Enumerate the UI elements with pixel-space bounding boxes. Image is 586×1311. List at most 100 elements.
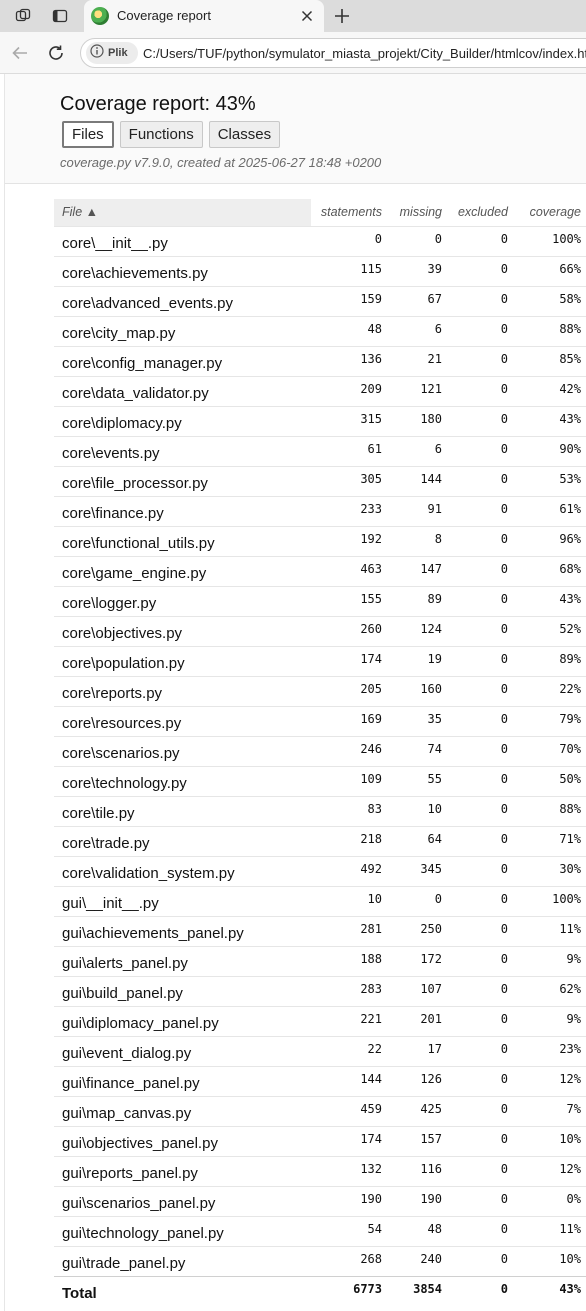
reload-icon[interactable]: [44, 41, 68, 65]
file-link[interactable]: gui\trade_panel.py: [54, 1245, 311, 1276]
file-link[interactable]: gui\objectives_panel.py: [54, 1125, 311, 1156]
excluded-cell: 0: [448, 705, 514, 736]
workspaces-icon[interactable]: [10, 4, 36, 28]
missing-cell: 10: [388, 795, 448, 826]
file-link[interactable]: gui\technology_panel.py: [54, 1215, 311, 1246]
file-link[interactable]: core\file_processor.py: [54, 465, 311, 496]
total-statements: 6773: [311, 1275, 388, 1306]
file-link[interactable]: gui\map_canvas.py: [54, 1095, 311, 1126]
column-header-statements[interactable]: statements: [311, 199, 388, 226]
table-row: gui\objectives_panel.py 174 157 0 10%: [54, 1125, 586, 1156]
excluded-cell: 0: [448, 315, 514, 346]
file-link[interactable]: core\game_engine.py: [54, 555, 311, 586]
excluded-cell: 0: [448, 1035, 514, 1066]
excluded-cell: 0: [448, 1005, 514, 1036]
missing-cell: 17: [388, 1035, 448, 1066]
missing-cell: 116: [388, 1155, 448, 1186]
statements-cell: 83: [311, 795, 388, 826]
close-tab-icon[interactable]: [296, 5, 318, 27]
back-arrow-icon[interactable]: [8, 41, 32, 65]
table-row: core\reports.py 205 160 0 22%: [54, 675, 586, 706]
coverage-cell: 12%: [514, 1155, 586, 1186]
browser-tab[interactable]: Coverage report: [84, 0, 324, 32]
statements-cell: 218: [311, 825, 388, 856]
new-tab-icon[interactable]: [330, 4, 354, 28]
file-link[interactable]: core\events.py: [54, 435, 311, 466]
file-link[interactable]: core\city_map.py: [54, 315, 311, 346]
file-link[interactable]: gui\achievements_panel.py: [54, 915, 311, 946]
missing-cell: 89: [388, 585, 448, 616]
excluded-cell: 0: [448, 285, 514, 316]
table-row: core\achievements.py 115 39 0 66%: [54, 255, 586, 286]
file-link[interactable]: core\trade.py: [54, 825, 311, 856]
missing-cell: 124: [388, 615, 448, 646]
column-header-missing[interactable]: missing: [388, 199, 448, 226]
file-link[interactable]: gui\event_dialog.py: [54, 1035, 311, 1066]
coverage-cell: 22%: [514, 675, 586, 706]
file-link[interactable]: core\functional_utils.py: [54, 525, 311, 556]
coverage-cell: 88%: [514, 795, 586, 826]
file-link[interactable]: gui\build_panel.py: [54, 975, 311, 1006]
file-link[interactable]: core\reports.py: [54, 675, 311, 706]
page-title: Coverage report: 43%: [60, 93, 256, 115]
statements-cell: 463: [311, 555, 388, 586]
file-link[interactable]: core\objectives.py: [54, 615, 311, 646]
missing-cell: 6: [388, 315, 448, 346]
file-link[interactable]: gui\alerts_panel.py: [54, 945, 311, 976]
tab-title: Coverage report: [117, 8, 211, 23]
coverage-cell: 100%: [514, 885, 586, 916]
site-info-chip[interactable]: Plik: [86, 42, 138, 64]
file-link[interactable]: core\validation_system.py: [54, 855, 311, 886]
file-link[interactable]: core\diplomacy.py: [54, 405, 311, 436]
file-link[interactable]: core\logger.py: [54, 585, 311, 616]
statements-cell: 188: [311, 945, 388, 976]
total-excluded: 0: [448, 1275, 514, 1306]
table-row: core\scenarios.py 246 74 0 70%: [54, 735, 586, 766]
files-button[interactable]: Files: [62, 121, 114, 148]
coverage-cell: 7%: [514, 1095, 586, 1126]
file-link[interactable]: gui\scenarios_panel.py: [54, 1185, 311, 1216]
vertical-tabs-icon[interactable]: [47, 4, 73, 28]
file-link[interactable]: core\finance.py: [54, 495, 311, 526]
functions-button[interactable]: Functions: [119, 121, 203, 148]
file-link[interactable]: core\advanced_events.py: [54, 285, 311, 316]
table-row: core\tile.py 83 10 0 88%: [54, 795, 586, 826]
column-header-coverage[interactable]: coverage: [514, 199, 586, 226]
excluded-cell: 0: [448, 525, 514, 556]
missing-cell: 147: [388, 555, 448, 586]
missing-cell: 345: [388, 855, 448, 886]
file-link[interactable]: gui\__init__.py: [54, 885, 311, 916]
table-body: core\__init__.py 0 0 0 100% core\achievements…: [54, 225, 586, 1276]
file-link[interactable]: core\achievements.py: [54, 255, 311, 286]
file-link[interactable]: core\resources.py: [54, 705, 311, 736]
file-link[interactable]: core\tile.py: [54, 795, 311, 826]
file-link[interactable]: gui\reports_panel.py: [54, 1155, 311, 1186]
view-buttons: Files Functions Classes: [62, 121, 281, 148]
file-link[interactable]: core\__init__.py: [54, 225, 311, 256]
statements-cell: 155: [311, 585, 388, 616]
file-link[interactable]: gui\diplomacy_panel.py: [54, 1005, 311, 1036]
url-field[interactable]: Plik C:/Users/TUF/python/symulator_miast…: [80, 38, 586, 68]
statements-cell: 174: [311, 1125, 388, 1156]
column-header-excluded[interactable]: excluded: [448, 199, 514, 226]
file-link[interactable]: core\config_manager.py: [54, 345, 311, 376]
coverage-cell: 79%: [514, 705, 586, 736]
column-header-file[interactable]: File ▲: [54, 199, 311, 226]
total-label: Total: [54, 1275, 311, 1306]
missing-cell: 160: [388, 675, 448, 706]
excluded-cell: 0: [448, 1245, 514, 1276]
file-link[interactable]: core\scenarios.py: [54, 735, 311, 766]
browser-tab-bar: Coverage report: [0, 0, 586, 32]
file-link[interactable]: core\population.py: [54, 645, 311, 676]
statements-cell: 221: [311, 1005, 388, 1036]
url-text[interactable]: C:/Users/TUF/python/symulator_miasta_pro…: [143, 46, 586, 61]
file-link[interactable]: core\data_validator.py: [54, 375, 311, 406]
file-link[interactable]: core\technology.py: [54, 765, 311, 796]
excluded-cell: 0: [448, 855, 514, 886]
excluded-cell: 0: [448, 915, 514, 946]
classes-button[interactable]: Classes: [208, 121, 281, 148]
excluded-cell: 0: [448, 495, 514, 526]
statements-cell: 205: [311, 675, 388, 706]
file-link[interactable]: gui\finance_panel.py: [54, 1065, 311, 1096]
statements-cell: 10: [311, 885, 388, 916]
